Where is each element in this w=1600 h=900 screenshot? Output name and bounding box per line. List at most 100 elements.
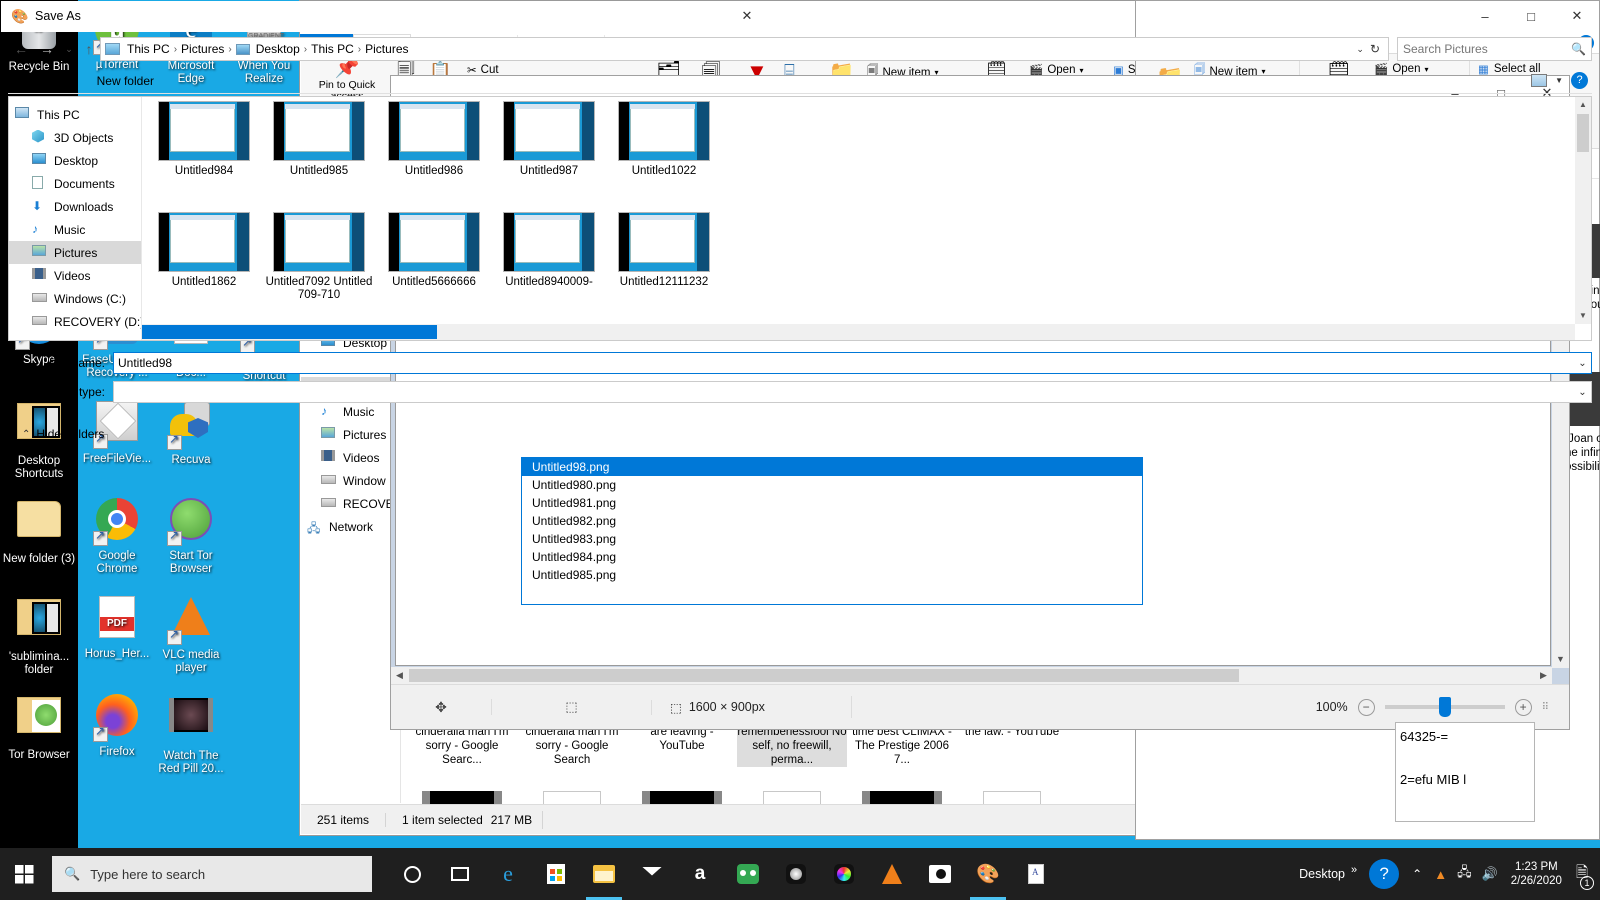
- search-icon[interactable]: 🔍: [1571, 42, 1586, 56]
- taskbar-cortana-icon[interactable]: [388, 848, 436, 900]
- file-name-input[interactable]: Untitled98 ⌄: [113, 352, 1592, 374]
- scroll-down-arrow-icon[interactable]: ▼: [1552, 651, 1569, 668]
- desktop-icon-horus-her[interactable]: PDF Horus_Her...: [80, 593, 154, 661]
- taskbar-store-icon[interactable]: [532, 848, 580, 900]
- save-as-titlebar[interactable]: 🎨 Save As ✕: [1, 1, 769, 32]
- nav-item-3d-objects[interactable]: 3D Objects: [9, 126, 141, 149]
- file-grid-vertical-scrollbar[interactable]: ▲ ▼: [1575, 97, 1591, 324]
- breadcrumb-item[interactable]: This PC: [124, 42, 173, 56]
- explorer2-window-buttons[interactable]: – □ ✕: [1462, 1, 1600, 31]
- hide-folders-button[interactable]: ⌃ Hide Folders: [8, 427, 1592, 441]
- desktop-icon-start-tor-browser[interactable]: Start Tor Browser: [154, 495, 228, 576]
- scroll-up-arrow-icon[interactable]: ▲: [1575, 97, 1591, 113]
- taskbar-paint-icon[interactable]: 🎨: [964, 848, 1012, 900]
- action-center-icon[interactable]: 🗎 1: [1570, 862, 1594, 890]
- zoom-in-button[interactable]: +: [1514, 698, 1532, 716]
- autocomplete-item[interactable]: Untitled98.png: [522, 458, 1142, 476]
- view-layout-icon[interactable]: [1531, 74, 1548, 87]
- nav-item-pictures[interactable]: Pictures: [9, 241, 141, 264]
- autocomplete-item[interactable]: Untitled980.png: [522, 476, 1142, 494]
- file-thumbnail[interactable]: Untitled5666666: [380, 212, 488, 289]
- autocomplete-item[interactable]: Untitled983.png: [522, 530, 1142, 548]
- file-thumbnail[interactable]: Untitled7092 Untitled 709-710: [265, 212, 373, 302]
- desktop-icon-vlc-media-player[interactable]: VLC media player: [154, 593, 228, 675]
- maximize-button[interactable]: □: [1508, 1, 1554, 31]
- nav-item-window[interactable]: Window: [301, 469, 400, 492]
- scroll-down-arrow-icon[interactable]: ▼: [1575, 308, 1591, 324]
- save-as-type-select[interactable]: ⌄: [113, 381, 1592, 403]
- file-name-autocomplete-dropdown[interactable]: Untitled98.png Untitled980.png Untitled981…: [521, 457, 1143, 605]
- file-thumbnail[interactable]: Untitled984: [150, 101, 258, 178]
- save-as-browser[interactable]: This PC 3D Objects Desktop Documents ⬇ Downlo…: [8, 96, 1592, 341]
- file-thumbnail[interactable]: Untitled986: [380, 101, 488, 178]
- chevron-down-icon[interactable]: ⌄: [1574, 382, 1591, 402]
- taskbar-vlc-icon[interactable]: [868, 848, 916, 900]
- save-as-tree[interactable]: This PC 3D Objects Desktop Documents ⬇ Downlo…: [9, 97, 142, 340]
- taskbar-task-view-icon[interactable]: [436, 848, 484, 900]
- explorer2-titlebar[interactable]: – □ ✕: [1136, 1, 1599, 31]
- taskbar-media-icon[interactable]: [772, 848, 820, 900]
- help-icon[interactable]: ?: [1369, 859, 1400, 889]
- nav-item-videos[interactable]: Videos: [9, 264, 141, 287]
- desktop-icon-google-chrome[interactable]: Google Chrome: [80, 495, 154, 576]
- scroll-left-arrow-icon[interactable]: ◀: [391, 667, 408, 684]
- back-arrow-icon[interactable]: ←: [8, 41, 34, 57]
- nav-item-network[interactable]: 🖧 Network: [301, 515, 400, 538]
- breadcrumb[interactable]: This PC › Pictures › Desktop › This PC › Picture…: [100, 37, 1389, 61]
- file-thumbnail[interactable]: Untitled8940009-: [495, 212, 603, 289]
- save-as-address-bar[interactable]: ← → ⌄ ↑ This PC › Pictures › Desktop › This PC…: [8, 36, 1592, 62]
- close-icon[interactable]: ✕: [725, 1, 769, 31]
- zoom-out-button[interactable]: −: [1357, 698, 1375, 716]
- zoom-slider-handle[interactable]: [1438, 697, 1451, 717]
- desktop-peek-label[interactable]: Desktop: [1295, 867, 1349, 881]
- chevron-down-icon[interactable]: ▼: [69, 76, 77, 85]
- search-input[interactable]: 🔍 Type here to search: [52, 856, 372, 892]
- taskbar[interactable]: 🔍 Type here to search e a 🎨 A Desktop » ? ⌃…: [0, 848, 1600, 900]
- taskbar-amazon-icon[interactable]: a: [676, 848, 724, 900]
- nav-item-downloads[interactable]: ⬇ Downloads: [9, 195, 141, 218]
- minimize-button[interactable]: –: [1462, 1, 1508, 31]
- taskbar-edge-icon[interactable]: e: [484, 848, 532, 900]
- nav-item-this-pc[interactable]: This PC: [9, 103, 141, 126]
- breadcrumb-item[interactable]: This PC: [308, 42, 357, 56]
- chevron-up-icon[interactable]: ⌃: [1405, 867, 1429, 881]
- zoom-slider[interactable]: [1384, 697, 1505, 717]
- taskbar-file-explorer-icon[interactable]: [580, 848, 628, 900]
- save-as-fields[interactable]: File name: Untitled98 ⌄ Save as type: ⌄ …: [8, 352, 1592, 441]
- file-grid-horizontal-scrollbar[interactable]: [142, 324, 1575, 340]
- taskbar-tripadvisor-icon[interactable]: [724, 848, 772, 900]
- chevron-down-icon[interactable]: ⌄: [1574, 353, 1591, 373]
- close-button[interactable]: ✕: [1554, 1, 1600, 31]
- file-thumbnail[interactable]: Untitled12111232: [610, 212, 718, 289]
- file-thumbnail[interactable]: Untitled985: [265, 101, 373, 178]
- nav-item-windows-c[interactable]: Windows (C:): [9, 287, 141, 310]
- up-arrow-icon[interactable]: ↑: [78, 41, 100, 57]
- autocomplete-item[interactable]: Untitled984.png: [522, 548, 1142, 566]
- help-icon[interactable]: ?: [1571, 72, 1588, 89]
- autocomplete-item[interactable]: Untitled982.png: [522, 512, 1142, 530]
- save-as-toolbar[interactable]: Organize ▼ New folder ▼ ?: [8, 68, 1592, 94]
- desktop-icon-tor-browser[interactable]: Tor Browser: [2, 691, 76, 762]
- recent-locations-icon[interactable]: ⌄: [60, 44, 78, 55]
- breadcrumb-item[interactable]: Desktop: [253, 42, 303, 56]
- desktop-icon-firefox[interactable]: Firefox: [80, 691, 154, 759]
- start-button[interactable]: [0, 848, 48, 900]
- file-thumbnail[interactable]: Untitled1022: [610, 101, 718, 178]
- forward-arrow-icon[interactable]: →: [34, 41, 60, 57]
- autocomplete-item[interactable]: Untitled981.png: [522, 494, 1142, 512]
- clock[interactable]: 1:23 PM 2/26/2020: [1503, 860, 1570, 888]
- taskbar-mail-icon[interactable]: [628, 848, 676, 900]
- desktop-icon-new-folder-3[interactable]: New folder (3): [2, 495, 76, 566]
- save-as-type-row[interactable]: Save as type: ⌄: [8, 381, 1592, 403]
- search-box[interactable]: Search Pictures 🔍: [1397, 37, 1592, 61]
- refresh-icon[interactable]: ↻: [1370, 42, 1384, 56]
- file-thumbnail[interactable]: Untitled1862: [150, 212, 258, 289]
- nav-item-music[interactable]: ♪ Music: [9, 218, 141, 241]
- new-folder-button[interactable]: New folder: [85, 74, 166, 88]
- nav-item-recovery-d[interactable]: RECOVERY (D:): [9, 310, 141, 333]
- file-thumbnail[interactable]: Untitled987: [495, 101, 603, 178]
- nav-item-desktop[interactable]: Desktop: [9, 149, 141, 172]
- breadcrumb-item[interactable]: Pictures: [362, 42, 411, 56]
- desktop-icon-sublimina-folder[interactable]: 'sublimina... folder: [2, 593, 76, 677]
- taskbar-wordpad-icon[interactable]: A: [1012, 848, 1060, 900]
